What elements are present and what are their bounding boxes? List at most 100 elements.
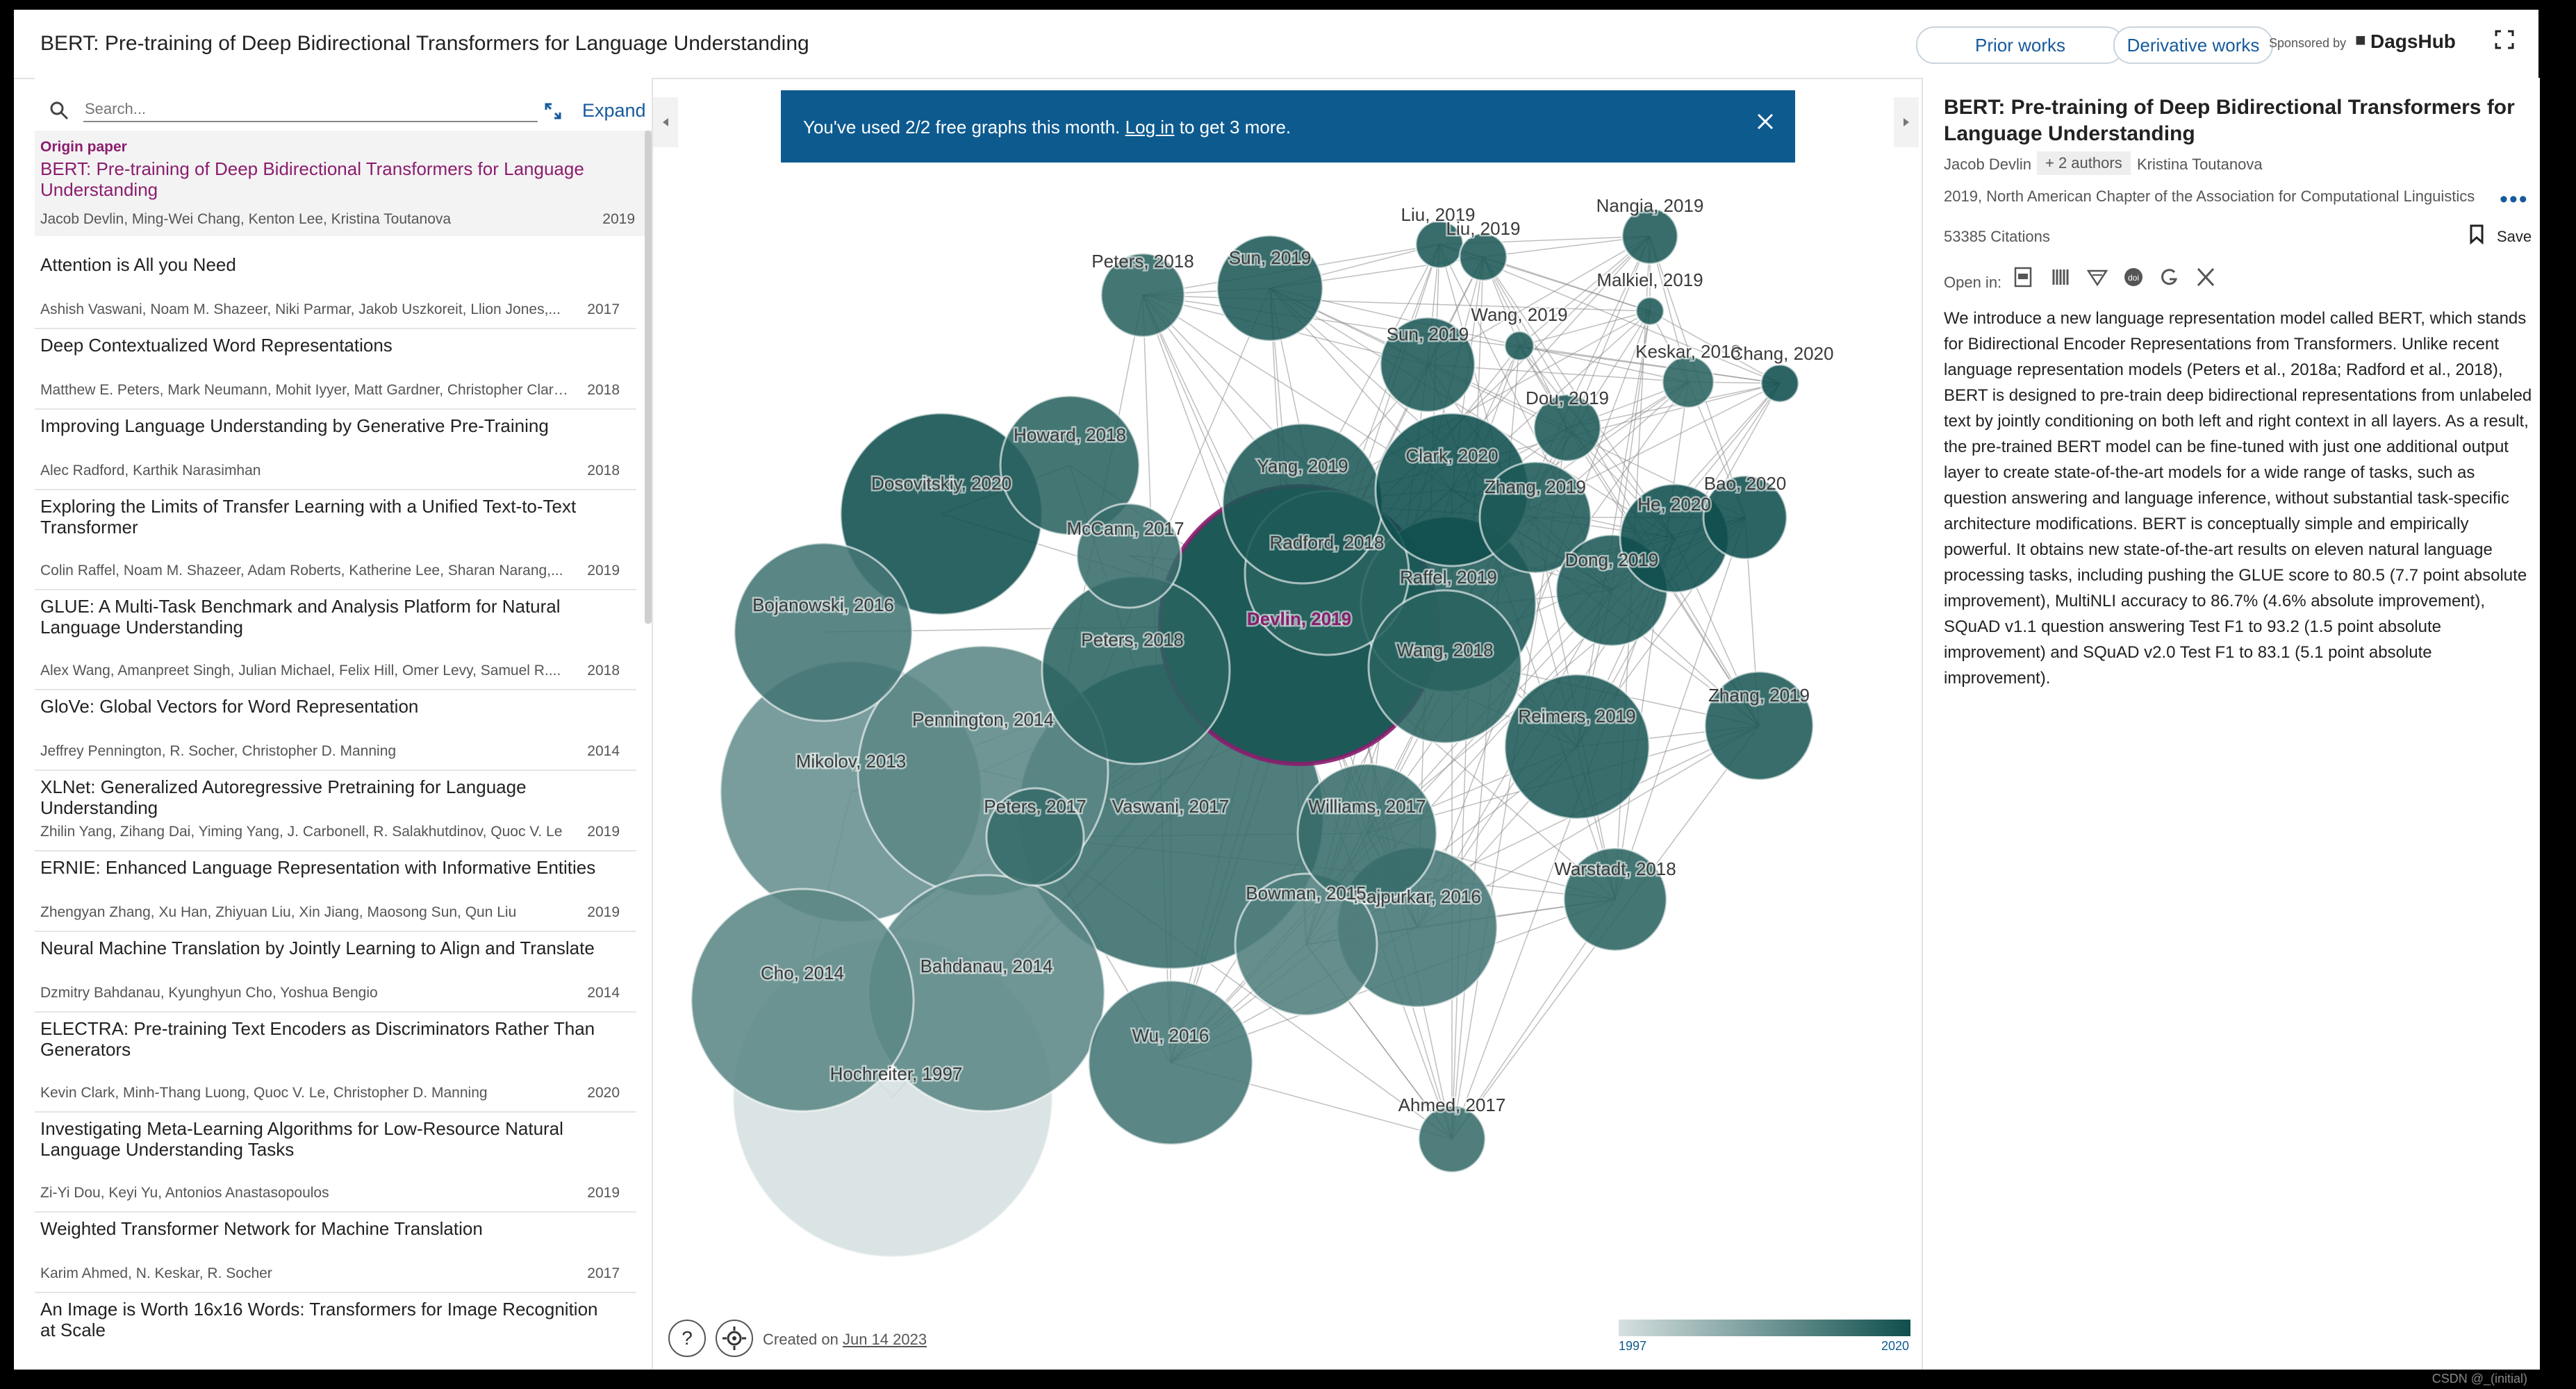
detail-last-author[interactable]: Kristina Toutanova <box>2137 156 2263 174</box>
screen-frame-right <box>2538 0 2576 1389</box>
prior-works-button[interactable]: Prior works <box>1916 26 2124 64</box>
save-button[interactable]: Save <box>2497 228 2532 246</box>
paper-list-item[interactable]: Exploring the Limits of Transfer Learnin… <box>35 489 636 590</box>
paper-node-label: Wang, 2019 <box>1471 304 1567 325</box>
dagshub-logo[interactable]: DagsHub <box>2370 31 2456 53</box>
login-link[interactable]: Log in <box>1125 117 1175 138</box>
paper-node[interactable] <box>1458 232 1508 282</box>
paper-node-label: Cho, 2014 <box>761 963 844 983</box>
paper-list-item[interactable]: XLNet: Generalized Autoregressive Pretra… <box>35 770 636 851</box>
google-scholar-icon[interactable] <box>2158 265 2181 289</box>
semantic-scholar-icon[interactable] <box>2049 265 2073 289</box>
expand-button[interactable]: Expand <box>582 100 646 122</box>
paper-node-label: He, 2020 <box>1637 494 1711 515</box>
arxiv-icon[interactable] <box>2086 265 2109 289</box>
connected-papers-graph[interactable]: Devlin, 2019 Vaswani, 2017 Peters, 2018 Rad… <box>653 78 1917 1370</box>
paper-node[interactable] <box>1503 673 1651 820</box>
paper-node-label: Zhang, 2019 <box>1708 685 1810 706</box>
paper-node[interactable] <box>733 542 914 722</box>
paper-year: 2020 <box>587 1085 620 1101</box>
paper-node[interactable] <box>1417 1104 1487 1174</box>
paper-authors: Zhengyan Zhang, Xu Han, Zhiyuan Liu, Xin… <box>40 904 517 920</box>
paper-node-label: Dosovitskiy, 2020 <box>871 473 1012 494</box>
paper-list-item[interactable]: An Image is Worth 16x16 Words: Transform… <box>35 1292 636 1370</box>
paper-node-label: Raffel, 2019 <box>1400 567 1497 588</box>
paper-node-label: Devlin, 2019 <box>1247 608 1351 629</box>
paper-list-panel: Expand Origin paper BERT: Pre-training o… <box>35 78 653 1370</box>
help-button[interactable]: ? <box>668 1320 706 1357</box>
paper-node-label: Rajpurkar, 2016 <box>1353 886 1481 907</box>
search-input[interactable] <box>83 97 538 122</box>
paper-authors: Zi-Yi Dou, Keyi Yu, Antonios Anastasopou… <box>40 1185 329 1201</box>
paper-authors: Kevin Clark, Minh-Thang Luong, Quoc V. L… <box>40 1085 488 1101</box>
recenter-button[interactable] <box>716 1320 753 1357</box>
created-on-label: Created on Jun 14 2023 <box>763 1331 927 1349</box>
more-authors-badge[interactable]: + 2 authors <box>2037 151 2131 175</box>
paper-node-label: Ahmed, 2017 <box>1398 1095 1506 1115</box>
paper-title: Investigating Meta-Learning Algorithms f… <box>40 1118 563 1160</box>
paper-node-label: Williams, 2017 <box>1308 796 1426 817</box>
paper-node[interactable] <box>1367 589 1523 745</box>
paper-year: 2014 <box>587 743 620 759</box>
search-bar: Expand <box>43 88 646 126</box>
paper-year: 2018 <box>587 463 620 479</box>
paper-year: 2019 <box>587 824 620 840</box>
paper-title: An Image is Worth 16x16 Words: Transform… <box>40 1299 598 1340</box>
paper-list-item[interactable]: GLUE: A Multi-Task Benchmark and Analysi… <box>35 589 636 690</box>
scale-min-year: 1997 <box>1619 1339 1647 1353</box>
paper-node[interactable] <box>1087 979 1254 1146</box>
paper-authors: Jeffrey Pennington, R. Socher, Christoph… <box>40 743 397 759</box>
paper-node-label: Bahdanau, 2014 <box>920 956 1053 976</box>
paper-list-item[interactable]: ERNIE: Enhanced Language Representation … <box>35 850 636 932</box>
paper-node[interactable] <box>1635 296 1665 326</box>
paper-year: 2019 <box>587 563 620 579</box>
paper-list-scrollbar[interactable] <box>645 131 652 624</box>
paper-node-label: Pennington, 2014 <box>912 709 1054 730</box>
paper-list-item[interactable]: Investigating Meta-Learning Algorithms f… <box>35 1111 636 1213</box>
paper-node-label: Radford, 2018 <box>1270 532 1385 553</box>
paper-node[interactable] <box>1661 355 1715 409</box>
bookmark-icon[interactable] <box>2469 224 2484 244</box>
paper-list-item[interactable]: Neural Machine Translation by Jointly Le… <box>35 931 636 1013</box>
paper-node[interactable] <box>1503 330 1535 362</box>
search-icon <box>50 101 69 120</box>
paper-node-label: Mikolov, 2013 <box>796 751 907 772</box>
paper-node-label: Nangia, 2019 <box>1596 195 1704 216</box>
watermark: CSDN @_(initial) <box>2431 1372 2527 1386</box>
paper-title: GLUE: A Multi-Task Benchmark and Analysi… <box>40 596 561 638</box>
paper-node-label: Malkiel, 2019 <box>1596 269 1703 290</box>
detail-title[interactable]: BERT: Pre-training of Deep Bidirectional… <box>1944 94 2527 147</box>
paper-node-label: Zhang, 2019 <box>1485 476 1586 497</box>
created-date-link[interactable]: Jun 14 2023 <box>843 1331 927 1348</box>
paper-node[interactable] <box>1760 363 1800 404</box>
paper-node-label: Reimers, 2019 <box>1518 706 1635 726</box>
paper-title: Deep Contextualized Word Representations <box>40 335 393 356</box>
paper-list-item[interactable]: Improving Language Understanding by Gene… <box>35 408 636 490</box>
paper-list-item[interactable]: Deep Contextualized Word Representations… <box>35 328 636 410</box>
fullscreen-icon[interactable] <box>2494 29 2515 50</box>
paper-node[interactable] <box>1621 207 1679 265</box>
doi-icon[interactable]: doi <box>2122 265 2145 289</box>
open-in-label: Open in: <box>1944 274 2002 291</box>
more-options-button[interactable]: ••• <box>2500 186 2529 213</box>
paper-node-label: Chang, 2020 <box>1731 343 1834 364</box>
paper-list-item[interactable]: GloVe: Global Vectors for Word Represent… <box>35 689 636 771</box>
derivative-works-button[interactable]: Derivative works <box>2113 26 2273 64</box>
paper-node[interactable] <box>1221 422 1384 585</box>
origin-paper-item[interactable]: Origin paper BERT: Pre-training of Deep … <box>35 131 652 236</box>
detail-first-author[interactable]: Jacob Devlin <box>1944 156 2031 174</box>
paper-node-label: Warstadt, 2018 <box>1554 858 1676 879</box>
paper-title: Exploring the Limits of Transfer Learnin… <box>40 496 577 538</box>
pdf-icon[interactable] <box>2012 265 2036 289</box>
svg-text:doi: doi <box>2128 273 2139 283</box>
expand-icon[interactable] <box>543 101 563 121</box>
paper-title: XLNet: Generalized Autoregressive Pretra… <box>40 776 527 818</box>
free-graphs-banner: You've used 2/2 free graphs this month. … <box>781 90 1795 163</box>
close-icon[interactable] <box>1755 111 1776 132</box>
paper-node[interactable] <box>1296 763 1438 904</box>
x-icon[interactable] <box>2194 265 2218 289</box>
paper-list-item[interactable]: Attention is All you Need Ashish Vaswani,… <box>35 247 636 329</box>
paper-list-item[interactable]: Weighted Transformer Network for Machine… <box>35 1211 636 1293</box>
paper-list-item[interactable]: ELECTRA: Pre-training Text Encoders as D… <box>35 1011 636 1113</box>
paper-node-label: Peters, 2018 <box>1081 629 1183 650</box>
